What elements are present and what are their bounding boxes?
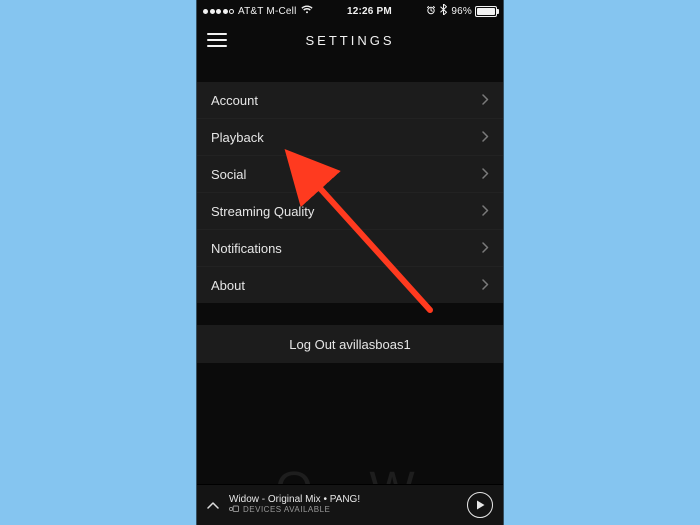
settings-row-label: About (211, 278, 245, 293)
signal-strength-icon (203, 9, 234, 14)
logout-label: Log Out avillasboas1 (289, 337, 410, 352)
chevron-right-icon (482, 130, 489, 145)
settings-row-notifications[interactable]: Notifications (197, 230, 503, 267)
now-playing-title: Widow - Original Mix • PANG! (229, 494, 457, 505)
bluetooth-icon (440, 4, 447, 18)
devices-available-label: DEVICES AVAILABLE (243, 506, 330, 515)
carrier-label: AT&T M-Cell (238, 6, 297, 17)
battery-icon (475, 6, 497, 17)
settings-row-social[interactable]: Social (197, 156, 503, 193)
logout-button[interactable]: Log Out avillasboas1 (197, 325, 503, 363)
settings-row-label: Social (211, 167, 246, 182)
chevron-up-icon[interactable] (207, 496, 219, 514)
settings-row-account[interactable]: Account (197, 82, 503, 119)
chevron-right-icon (482, 241, 489, 256)
chevron-right-icon (482, 167, 489, 182)
phone-screen: AT&T M-Cell 12:26 PM 96% SETTINGS (197, 0, 503, 525)
settings-row-label: Playback (211, 130, 264, 145)
alarm-icon (426, 5, 436, 18)
now-playing-bar[interactable]: Widow - Original Mix • PANG! DEVICES AVA… (197, 484, 503, 525)
settings-row-label: Account (211, 93, 258, 108)
spotify-connect-icon (229, 505, 239, 516)
settings-row-label: Streaming Quality (211, 204, 314, 219)
wifi-icon (301, 5, 313, 17)
settings-list: Account Playback Social Streaming Qualit… (197, 82, 503, 303)
ios-status-bar: AT&T M-Cell 12:26 PM 96% (197, 0, 503, 20)
settings-row-streaming-quality[interactable]: Streaming Quality (197, 193, 503, 230)
app-header: SETTINGS (197, 20, 503, 60)
chevron-right-icon (482, 93, 489, 108)
settings-row-label: Notifications (211, 241, 282, 256)
chevron-right-icon (482, 204, 489, 219)
play-button[interactable] (467, 492, 493, 518)
status-clock: 12:26 PM (347, 6, 392, 17)
settings-row-about[interactable]: About (197, 267, 503, 303)
page-title: SETTINGS (305, 33, 394, 48)
now-playing-info: Widow - Original Mix • PANG! DEVICES AVA… (229, 494, 457, 516)
chevron-right-icon (482, 278, 489, 293)
battery-percentage: 96% (451, 6, 472, 17)
settings-row-playback[interactable]: Playback (197, 119, 503, 156)
menu-icon[interactable] (207, 33, 227, 47)
